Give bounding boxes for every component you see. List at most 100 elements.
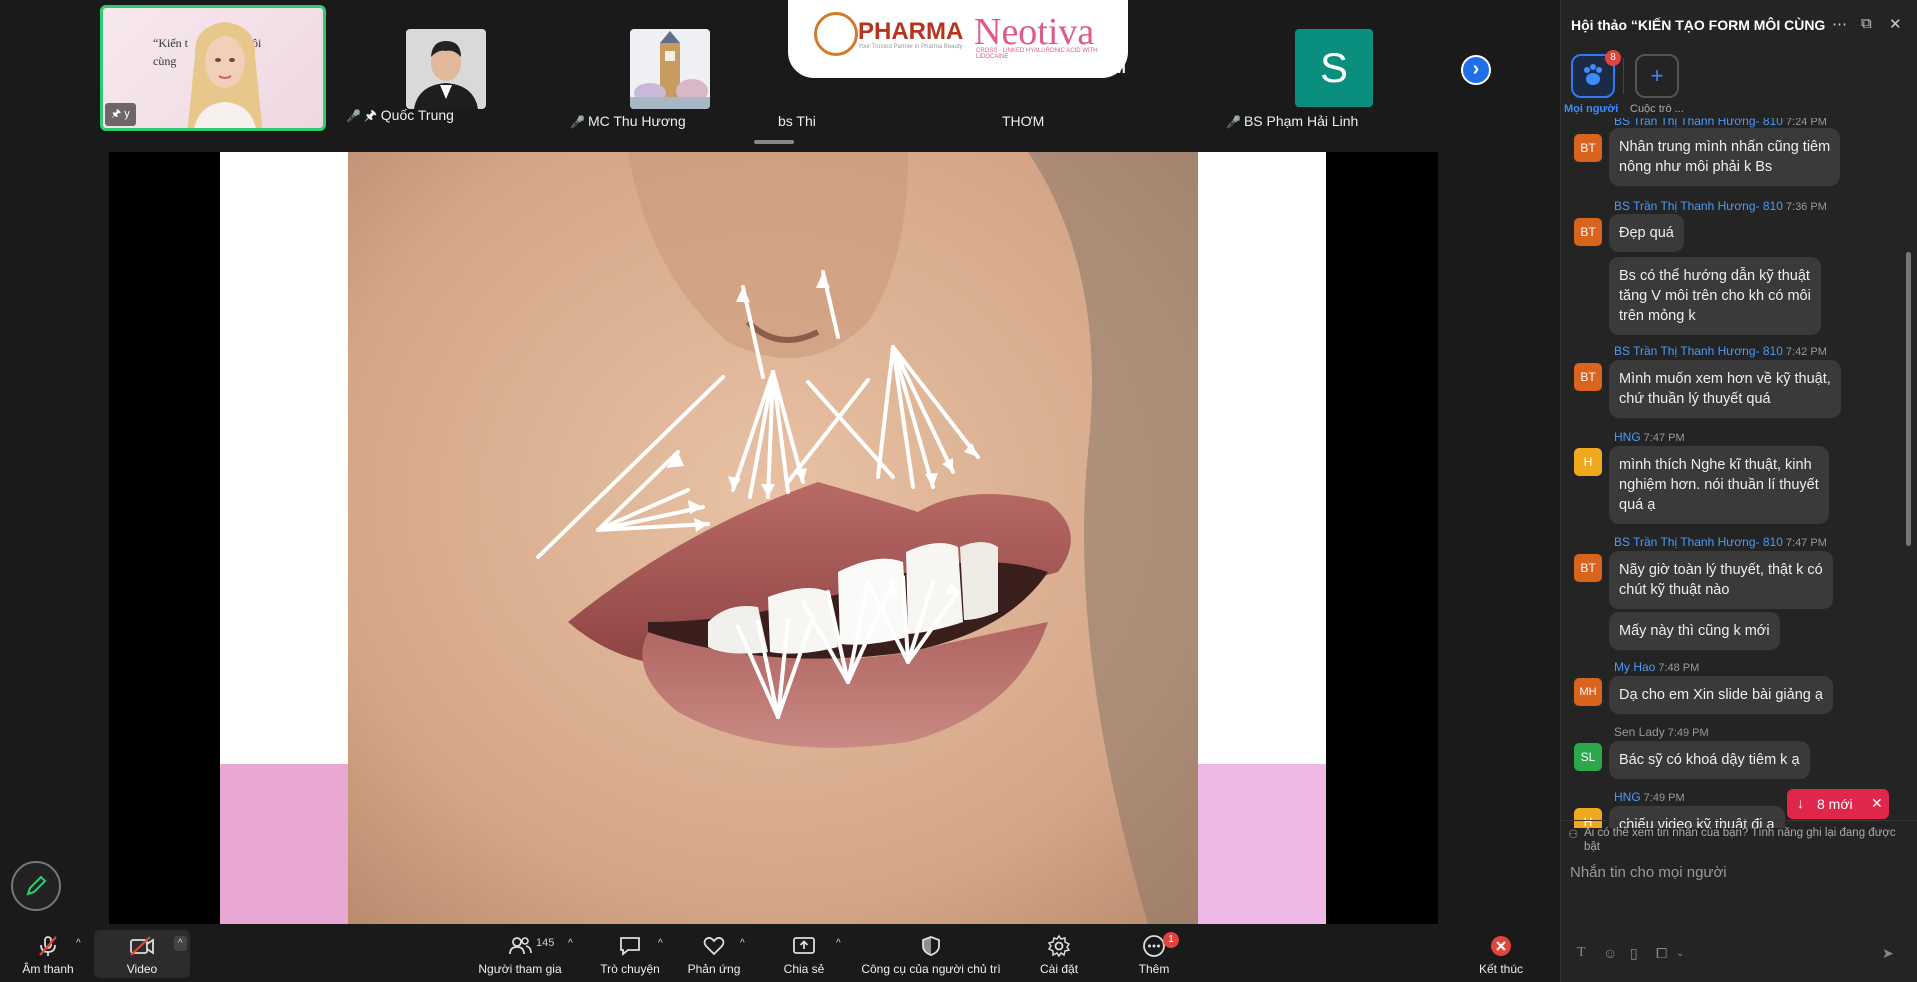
chat-input-toolbar: T ☺ ▯ ⧠ ⌄ ➤ xyxy=(1560,940,1917,970)
share-screen-icon xyxy=(793,937,815,954)
message-bubble[interactable]: chiếu video kỹ thuật đi ạ xyxy=(1609,806,1785,828)
message-author: HNG 7:47 PM xyxy=(1614,430,1685,444)
author-avatar: BT xyxy=(1574,134,1602,162)
reactions-options-caret[interactable]: ^ xyxy=(740,938,745,949)
recording-notice: ⚇ Ai có thể xem tin nhắn của bạn? Tính n… xyxy=(1568,827,1896,853)
tab-conversations[interactable]: + xyxy=(1635,54,1679,98)
chat-options-caret[interactable]: ^ xyxy=(658,938,663,949)
participant-tile[interactable]: 🎤 MC Thu Hương xyxy=(570,5,770,131)
message-author: My Hao 7:48 PM xyxy=(1614,660,1700,674)
speaker-image xyxy=(187,22,263,128)
more-notification-badge: 1 xyxy=(1163,932,1179,948)
message-author: BS Trần Thị Thanh Hương- 810 7:24 PM xyxy=(1614,118,1827,128)
tab-divider xyxy=(1623,58,1624,94)
emoji-icon[interactable]: ☺ xyxy=(1603,945,1617,961)
neotiva-logo-tagline: CROSS - LINKED HYALURONIC ACID WITH LIDO… xyxy=(976,48,1098,60)
close-circle-icon xyxy=(1491,936,1511,956)
participants-options-caret[interactable]: ^ xyxy=(568,938,573,949)
participant-name: 🎤 MC Thu Hương xyxy=(570,113,686,129)
participant-name: 🎤 BS Phạm Hải Linh xyxy=(1226,113,1359,129)
text-format-icon[interactable]: T xyxy=(1577,945,1586,961)
author-avatar: BT xyxy=(1574,363,1602,391)
message-bubble[interactable]: mình thích Nghe kĩ thuật, kinh nghiệm hơn… xyxy=(1609,446,1829,524)
tab-conversations-label: Cuộc trò ... xyxy=(1630,103,1684,115)
chat-button[interactable]: Trò chuyện xyxy=(598,934,662,976)
gear-icon xyxy=(1047,934,1071,958)
participant-avatar-letter: S xyxy=(1295,29,1373,107)
message-bubble[interactable]: Mấy này thì cũng k mới xyxy=(1609,612,1780,650)
message-author: Sen Lady 7:49 PM xyxy=(1614,725,1709,739)
author-avatar: MH xyxy=(1574,678,1602,706)
reactions-button[interactable]: Phản ứng xyxy=(682,934,746,976)
message-bubble[interactable]: Dạ cho em Xin slide bài giảng ạ xyxy=(1609,676,1833,714)
message-bubble[interactable]: Nhân trung mình nhấn cũng tiêm nông như m… xyxy=(1609,128,1841,186)
audio-button[interactable]: Âm thanh xyxy=(18,934,78,976)
author-avatar: H xyxy=(1574,448,1602,476)
participant-name: bs Thi xyxy=(778,113,816,129)
pharma-logo-text: PHARMA xyxy=(858,18,964,45)
share-options-caret[interactable]: ^ xyxy=(836,938,841,949)
screenshot-icon[interactable]: ⧠ xyxy=(1656,945,1667,962)
share-button[interactable]: Chia sẻ xyxy=(772,934,836,976)
settings-button[interactable]: Cài đặt xyxy=(1040,934,1078,976)
slide-decoration xyxy=(1198,764,1326,924)
message-bubble[interactable]: Đẹp quá xyxy=(1609,214,1684,252)
participant-avatar xyxy=(630,29,710,109)
plus-icon: + xyxy=(1650,63,1664,88)
send-icon[interactable]: ➤ xyxy=(1882,945,1894,962)
mic-muted-icon: 🎤 xyxy=(1226,115,1241,129)
tab-everyone-label: Mọi người xyxy=(1564,103,1619,115)
next-participants-button[interactable]: › xyxy=(1461,55,1491,85)
slide-decoration xyxy=(220,764,348,924)
mic-muted-icon: 🎤 xyxy=(570,115,585,129)
audio-options-caret[interactable]: ^ xyxy=(76,938,81,949)
heart-icon xyxy=(703,936,725,956)
people-icon xyxy=(509,937,532,955)
chevron-down-icon[interactable]: ⌄ xyxy=(1676,948,1684,959)
chat-message-input[interactable]: Nhắn tin cho mọi người xyxy=(1570,864,1727,881)
new-messages-button[interactable]: ↓ 8 mới ✕ xyxy=(1787,789,1889,819)
pharma-logo-icon xyxy=(814,12,858,56)
message-author: BS Trần Thị Thanh Hương- 810 7:36 PM xyxy=(1614,199,1827,213)
message-bubble[interactable]: Bác sỹ có khoá dậy tiêm k ạ xyxy=(1609,741,1810,779)
participant-name: 🎤 🖈 Quốc Trung xyxy=(346,107,454,123)
participant-tile-active-speaker[interactable]: “Kiến t ôi cùng 🖈 y xyxy=(100,5,326,131)
sponsor-banner: PHARMA Your Trusted Partner in Pharma Be… xyxy=(788,0,1128,78)
participant-tile[interactable]: 🎤 🖈 Quốc Trung xyxy=(346,5,546,131)
close-icon[interactable]: ✕ xyxy=(1889,15,1902,33)
more-options-icon[interactable]: ⋯ xyxy=(1832,15,1847,33)
annotate-button[interactable] xyxy=(11,861,61,911)
meeting-window: “Kiến t ôi cùng 🖈 y 🎤 🖈 Quốc Trung 🎤 MC … xyxy=(0,0,1917,982)
chat-title: Hội thảo “KIẾN TẠO FORM MÔI CÙNG ... xyxy=(1571,17,1826,33)
shield-icon xyxy=(922,936,940,956)
chat-scrollbar[interactable] xyxy=(1906,252,1911,546)
message-bubble[interactable]: Bs có thể hướng dẫn kỹ thuật tăng V môi t… xyxy=(1609,257,1821,335)
close-icon[interactable]: ✕ xyxy=(1871,795,1883,812)
participant-name: THƠM xyxy=(1002,113,1045,129)
chat-message-list: BS Trần Thị Thanh Hương- 810 7:24 PM BT N… xyxy=(1561,118,1906,828)
file-icon[interactable]: ▯ xyxy=(1630,945,1638,962)
host-tools-button[interactable]: Công cụ của người chủ trì xyxy=(856,934,1006,976)
mic-muted-icon: 🎤 xyxy=(346,109,361,123)
message-bubble[interactable]: Mình muốn xem hơn về kỹ thuật, chứ thuần … xyxy=(1609,360,1841,418)
author-avatar: BT xyxy=(1574,554,1602,582)
lip-injection-diagram-image xyxy=(348,152,1198,924)
camera-off-icon xyxy=(130,936,154,956)
author-avatar: BT xyxy=(1574,218,1602,246)
message-author: BS Trần Thị Thanh Hương- 810 7:47 PM xyxy=(1614,535,1827,549)
arrow-down-icon: ↓ xyxy=(1797,795,1804,811)
video-options-caret[interactable]: ^ xyxy=(174,936,187,951)
video-button[interactable]: Video xyxy=(110,934,174,976)
author-avatar: SL xyxy=(1574,743,1602,771)
participant-avatar xyxy=(406,29,486,109)
message-bubble[interactable]: Nãy giờ toàn lý thuyết, thật k có chút kỹ… xyxy=(1609,551,1833,609)
everyone-unread-badge: 8 xyxy=(1605,50,1621,66)
participant-strip: “Kiến t ôi cùng 🖈 y 🎤 🖈 Quốc Trung 🎤 MC … xyxy=(0,0,1560,140)
message-author: HNG 7:49 PM xyxy=(1614,790,1685,804)
pencil-icon xyxy=(26,875,47,896)
end-meeting-button[interactable]: Kết thúc xyxy=(1476,934,1526,976)
author-avatar: H xyxy=(1574,808,1602,828)
strip-resize-handle[interactable] xyxy=(754,140,794,144)
participant-name-chip: 🖈 y xyxy=(105,103,136,126)
popout-icon[interactable]: ⧉ xyxy=(1861,15,1872,32)
